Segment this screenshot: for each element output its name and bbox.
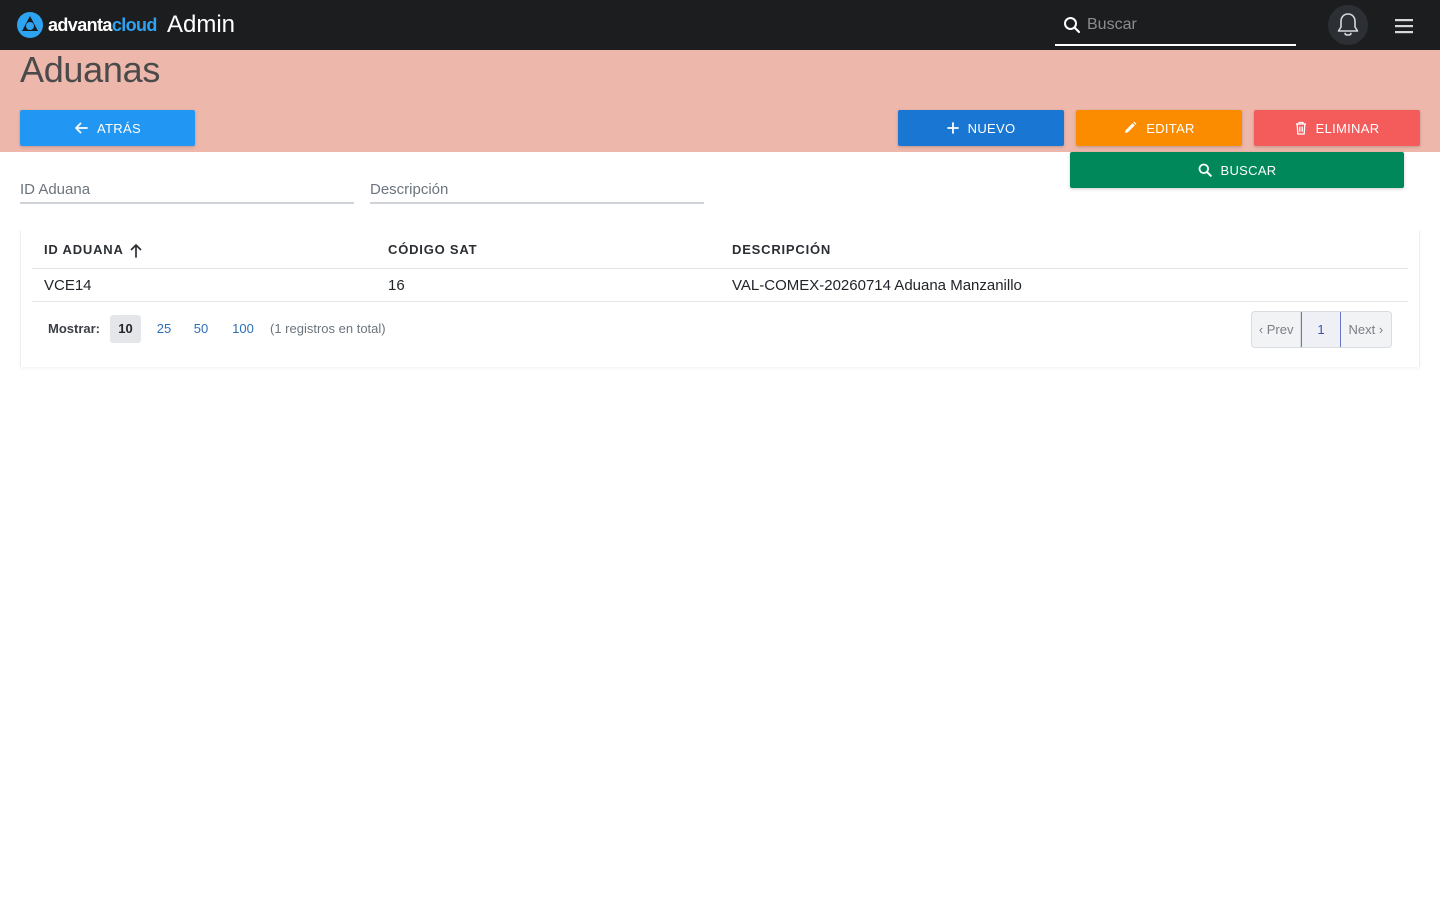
- app-title: Admin: [167, 11, 236, 38]
- search-button-label: BUSCAR: [1220, 162, 1277, 178]
- cell-codigo-sat: 16: [388, 277, 405, 294]
- page-size-10[interactable]: 10: [110, 315, 141, 343]
- delete-button[interactable]: ELIMINAR: [1254, 110, 1420, 146]
- edit-button-label: EDITAR: [1146, 120, 1195, 136]
- trash-icon: [1295, 121, 1306, 135]
- id-aduana-field: [20, 176, 354, 204]
- id-aduana-input[interactable]: [20, 176, 354, 202]
- menu-button[interactable]: [1392, 15, 1416, 37]
- current-page-button[interactable]: 1: [1301, 312, 1341, 347]
- delete-button-label: ELIMINAR: [1315, 120, 1380, 136]
- column-header-label: ID ADUANA: [44, 242, 124, 257]
- brand-name: advantacloud: [48, 11, 157, 39]
- search-icon: [1198, 163, 1212, 177]
- descripcion-field: [370, 176, 704, 204]
- search-icon: [1064, 17, 1081, 34]
- edit-button[interactable]: EDITAR: [1076, 110, 1242, 146]
- descripcion-input[interactable]: [370, 176, 704, 202]
- brand-logo[interactable]: advantacloud: [16, 11, 157, 39]
- page-size-25[interactable]: 25: [150, 315, 178, 343]
- search-button[interactable]: BUSCAR: [1070, 152, 1404, 188]
- column-header-codigo-sat[interactable]: CÓDIGO SAT: [388, 242, 477, 258]
- page-size-50[interactable]: 50: [187, 315, 215, 343]
- table-row[interactable]: [32, 269, 1408, 302]
- column-header-id-aduana[interactable]: ID ADUANA: [44, 242, 142, 258]
- cell-descripcion: VAL-COMEX-20260714 Aduana Manzanillo: [732, 277, 1022, 294]
- logo-icon: [17, 12, 43, 38]
- bell-icon: [1337, 13, 1359, 36]
- back-button[interactable]: ATRÁS: [20, 110, 195, 146]
- column-header-label: DESCRIPCIÓN: [732, 242, 832, 257]
- cell-id-aduana: VCE14: [44, 277, 92, 294]
- sort-ascending-icon: [130, 243, 142, 258]
- page-size-label: Mostrar:: [48, 321, 101, 336]
- back-button-label: ATRÁS: [97, 120, 141, 136]
- menu-icon: [1395, 19, 1413, 34]
- top-navbar: advantacloud Admin: [0, 0, 1440, 50]
- brand-name-part2: cloud: [111, 15, 158, 35]
- plus-icon: [946, 122, 959, 134]
- pagination: ‹ Prev 1 Next ›: [1251, 311, 1392, 348]
- pencil-icon: [1125, 121, 1137, 133]
- global-search-input[interactable]: [1087, 10, 1292, 40]
- new-button[interactable]: NUEVO: [898, 110, 1064, 146]
- prev-page-button[interactable]: ‹ Prev: [1252, 312, 1302, 347]
- page-size-100[interactable]: 100: [228, 315, 258, 343]
- brand-name-part1: advanta: [48, 15, 112, 35]
- column-header-descripcion[interactable]: DESCRIPCIÓN: [732, 242, 831, 258]
- next-page-button[interactable]: Next ›: [1341, 312, 1391, 347]
- total-records: (1 registros en total): [270, 321, 386, 336]
- arrow-left-icon: [75, 122, 88, 134]
- page-title: Aduanas: [20, 49, 161, 90]
- global-search: [1055, 6, 1296, 46]
- new-button-label: NUEVO: [967, 120, 1016, 136]
- column-header-label: CÓDIGO SAT: [388, 242, 478, 257]
- notifications-button[interactable]: [1328, 5, 1368, 45]
